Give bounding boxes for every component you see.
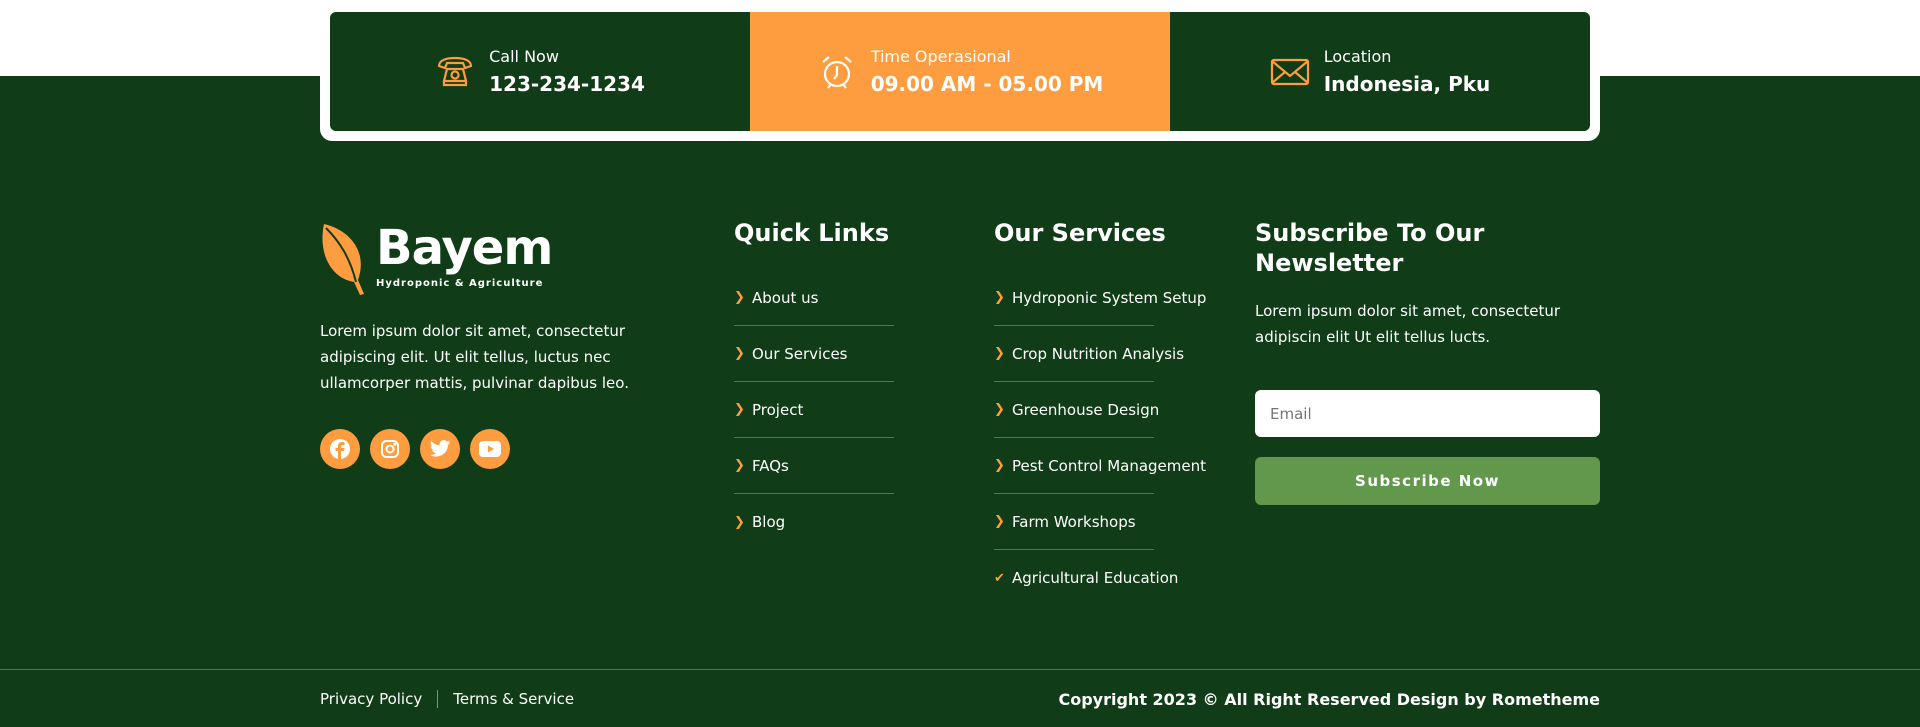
brand-tagline: Hydroponic & Agriculture bbox=[376, 278, 544, 289]
list-item-label: Blog bbox=[752, 513, 786, 531]
services-section: Our Services ❯ Hydroponic System Setup ❯ Cr… bbox=[994, 218, 1206, 606]
list-item[interactable]: ❯ Project bbox=[734, 382, 894, 438]
alarm-clock-icon bbox=[821, 55, 852, 89]
list-item-label: Project bbox=[752, 400, 804, 419]
footer bbox=[0, 76, 1920, 727]
list-item[interactable]: ❯ Pest Control Management bbox=[994, 438, 1206, 494]
brand-description: Lorem ipsum dolor sit amet, consectetur … bbox=[320, 322, 629, 392]
check-icon: ✔ bbox=[994, 570, 1005, 586]
privacy-policy-link[interactable]: Privacy Policy bbox=[320, 690, 439, 708]
list-item-label: Agricultural Education bbox=[1012, 569, 1179, 587]
contact-location-label: Location bbox=[1323, 47, 1392, 66]
copyright: Copyright 2023 © All Right Reserved Desi… bbox=[1058, 689, 1600, 709]
chevron-right-icon: ❯ bbox=[994, 458, 1005, 473]
facebook-icon bbox=[330, 439, 350, 459]
brand-name: Bayem bbox=[376, 220, 553, 276]
list-item[interactable]: ❯ Farm Workshops bbox=[994, 494, 1154, 550]
contact-call: Call Now 123-234-1234 bbox=[330, 12, 750, 131]
quick-links-title: Quick Links bbox=[734, 219, 890, 247]
chevron-right-icon: ❯ bbox=[734, 346, 745, 361]
leaf-icon bbox=[322, 224, 364, 295]
chevron-right-icon: ❯ bbox=[994, 514, 1005, 529]
contact-bar-wrapper: Call Now 123-234-1234 Time Operasional 09.… bbox=[320, 0, 1600, 141]
email-input[interactable] bbox=[1255, 390, 1600, 437]
chevron-right-icon: ❯ bbox=[734, 402, 745, 417]
list-item-label: About us bbox=[752, 288, 819, 307]
list-item[interactable]: ❯ Greenhouse Design bbox=[994, 382, 1159, 438]
contact-call-label: Call Now bbox=[489, 47, 559, 66]
chevron-right-icon: ❯ bbox=[994, 346, 1005, 361]
phone-icon bbox=[438, 56, 473, 86]
youtube-button[interactable] bbox=[470, 429, 510, 469]
contact-bar: Call Now 123-234-1234 Time Operasional 09.… bbox=[330, 12, 1590, 131]
contact-hours-value: 09.00 AM - 05.00 PM bbox=[870, 72, 1104, 96]
chevron-right-icon: ❯ bbox=[734, 458, 745, 473]
footer-divider bbox=[0, 669, 1920, 670]
list-item[interactable]: ❯ FAQs bbox=[734, 438, 894, 494]
twitter-icon bbox=[429, 440, 451, 457]
newsletter-text: Lorem ipsum dolor sit amet, consectetur … bbox=[1255, 302, 1561, 346]
instagram-icon bbox=[381, 440, 399, 458]
list-item-label: Crop Nutrition Analysis bbox=[1012, 344, 1185, 363]
contact-location-value: Indonesia, Pku bbox=[1323, 72, 1491, 96]
newsletter-section: Subscribe To Our Newsletter Lorem ipsum … bbox=[1255, 218, 1600, 505]
chevron-right-icon: ❯ bbox=[994, 290, 1005, 305]
contact-hours-label: Time Operasional bbox=[870, 47, 1011, 66]
chevron-right-icon: ❯ bbox=[734, 290, 745, 305]
list-item-label: Pest Control Management bbox=[1012, 456, 1207, 475]
list-item-label: Our Services bbox=[752, 344, 848, 363]
brand-logo[interactable]: Bayem Hydroponic & Agriculture bbox=[320, 220, 553, 296]
youtube-icon bbox=[479, 441, 501, 457]
twitter-button[interactable] bbox=[420, 429, 460, 469]
quick-links-section: Quick Links ❯ About us ❯ Our Services ❯ Proje… bbox=[734, 218, 894, 550]
instagram-button[interactable] bbox=[370, 429, 410, 469]
footer-bottom: Privacy Policy Terms & Service Copyright… bbox=[320, 684, 1600, 714]
list-item[interactable]: ✔ Agricultural Education bbox=[994, 550, 1178, 606]
list-item[interactable]: ❯ Blog bbox=[734, 494, 894, 550]
chevron-right-icon: ❯ bbox=[734, 514, 745, 530]
list-item[interactable]: ❯ About us bbox=[734, 270, 894, 326]
list-item-label: Hydroponic System Setup bbox=[1012, 288, 1207, 307]
facebook-button[interactable] bbox=[320, 429, 360, 469]
social-links bbox=[320, 429, 510, 469]
list-item[interactable]: ❯ Our Services bbox=[734, 326, 894, 382]
list-item-label: Greenhouse Design bbox=[1012, 400, 1160, 419]
newsletter-title: Subscribe To Our Newsletter bbox=[1255, 219, 1485, 277]
envelope-icon bbox=[1270, 58, 1309, 85]
contact-call-value: 123-234-1234 bbox=[489, 72, 645, 96]
list-item-label: FAQs bbox=[752, 456, 789, 475]
contact-hours: Time Operasional 09.00 AM - 05.00 PM bbox=[750, 12, 1170, 131]
services-title: Our Services bbox=[994, 219, 1166, 247]
list-item-label: Farm Workshops bbox=[1012, 512, 1136, 531]
list-item[interactable]: ❯ Crop Nutrition Analysis bbox=[994, 326, 1184, 382]
contact-location: Location Indonesia, Pku bbox=[1170, 12, 1590, 131]
terms-service-link[interactable]: Terms & Service bbox=[438, 690, 589, 708]
subscribe-button[interactable]: Subscribe Now bbox=[1255, 457, 1600, 505]
list-item[interactable]: ❯ Hydroponic System Setup bbox=[994, 270, 1206, 326]
chevron-right-icon: ❯ bbox=[994, 402, 1005, 417]
